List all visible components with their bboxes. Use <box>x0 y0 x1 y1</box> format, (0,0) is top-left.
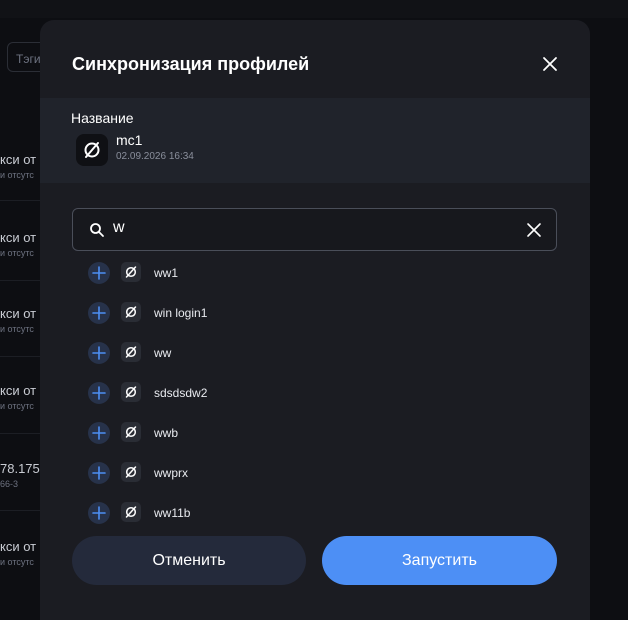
add-profile-button[interactable] <box>88 302 110 324</box>
background-list-item[interactable]: 78.175. 66-3 <box>0 461 40 489</box>
modal-title: Синхронизация профилей <box>72 54 310 74</box>
background-item-title: кси от <box>0 383 37 398</box>
empty-set-icon <box>125 506 137 518</box>
background-item-subtitle: и отсутс <box>0 324 34 334</box>
background-list-item[interactable]: кси от и отсутс <box>0 383 40 411</box>
profile-icon <box>121 502 141 522</box>
empty-set-icon <box>125 426 137 438</box>
clear-search-icon[interactable] <box>526 222 542 238</box>
name-column-label: Название <box>71 110 134 126</box>
background-item-title: кси от <box>0 539 37 554</box>
add-profile-button[interactable] <box>88 342 110 364</box>
profile-name: ww1 <box>154 266 179 280</box>
profile-icon <box>121 302 141 322</box>
plus-icon <box>92 266 106 280</box>
profile-icon <box>121 262 141 282</box>
divider <box>0 280 40 281</box>
background-item-subtitle: и отсутс <box>0 557 34 567</box>
search-icon <box>90 223 104 237</box>
list-item: ww11b <box>88 499 548 525</box>
background-item-subtitle: и отсутс <box>0 248 34 258</box>
profile-icon <box>121 422 141 442</box>
background-item-subtitle: и отсутс <box>0 170 34 180</box>
profile-icon <box>121 462 141 482</box>
empty-set-icon <box>125 386 137 398</box>
empty-set-icon <box>125 266 137 278</box>
list-item: sdsdsdw2 <box>88 379 548 419</box>
background-top-bar <box>0 0 628 18</box>
close-button[interactable] <box>540 54 560 74</box>
empty-set-icon <box>125 346 137 358</box>
list-item: ww1 <box>88 259 548 299</box>
search-input[interactable] <box>113 219 513 237</box>
list-item: ww <box>88 339 548 379</box>
search-results-list: ww1 win login1 ww sdsdsdw2 wwb wwprx ww1… <box>88 259 548 525</box>
background-item-title: кси от <box>0 306 37 321</box>
search-field[interactable] <box>72 208 557 251</box>
list-item: win login1 <box>88 299 548 339</box>
source-profile-panel: Название mc1 02.09.2026 16:34 <box>40 98 590 183</box>
list-item: wwb <box>88 419 548 459</box>
add-profile-button[interactable] <box>88 382 110 404</box>
start-button[interactable]: Запустить <box>322 536 557 585</box>
list-item: wwprx <box>88 459 548 499</box>
plus-icon <box>92 306 106 320</box>
add-profile-button[interactable] <box>88 502 110 524</box>
plus-icon <box>92 386 106 400</box>
plus-icon <box>92 506 106 520</box>
profile-date: 02.09.2026 16:34 <box>116 151 194 162</box>
close-icon <box>543 57 557 71</box>
plus-icon <box>92 346 106 360</box>
background-list-item[interactable]: кси от и отсутс <box>0 306 40 334</box>
background-item-title: кси от <box>0 230 37 245</box>
empty-set-icon <box>84 142 100 158</box>
profile-icon <box>121 342 141 362</box>
profile-name: win login1 <box>154 306 208 320</box>
empty-set-icon <box>125 466 137 478</box>
profile-name: ww <box>154 346 172 360</box>
divider <box>0 510 40 511</box>
profile-avatar <box>76 134 108 166</box>
profile-name: mc1 <box>116 132 143 148</box>
profile-icon <box>121 382 141 402</box>
profile-name: wwb <box>154 426 179 440</box>
background-item-title: кси от <box>0 152 37 167</box>
add-profile-button[interactable] <box>88 462 110 484</box>
divider <box>0 200 40 201</box>
add-profile-button[interactable] <box>88 422 110 444</box>
cancel-button[interactable]: Отменить <box>72 536 306 585</box>
background-list-item[interactable]: кси от и отсутс <box>0 539 40 567</box>
profile-name: wwprx <box>154 466 189 480</box>
background-item-subtitle: и отсутс <box>0 401 34 411</box>
sync-profiles-modal: Синхронизация профилей Название mc1 02.0… <box>40 20 590 620</box>
plus-icon <box>92 426 106 440</box>
divider <box>0 433 40 434</box>
profile-name: sdsdsdw2 <box>154 386 208 400</box>
divider <box>0 356 40 357</box>
background-item-title: 78.175. <box>0 461 40 476</box>
background-item-subtitle: 66-3 <box>0 479 19 489</box>
profile-name: ww11b <box>154 506 191 520</box>
plus-icon <box>92 466 106 480</box>
background-list-item[interactable]: кси от и отсутс <box>0 152 40 180</box>
background-list-item[interactable]: кси от и отсутс <box>0 230 40 258</box>
empty-set-icon <box>125 306 137 318</box>
add-profile-button[interactable] <box>88 262 110 284</box>
